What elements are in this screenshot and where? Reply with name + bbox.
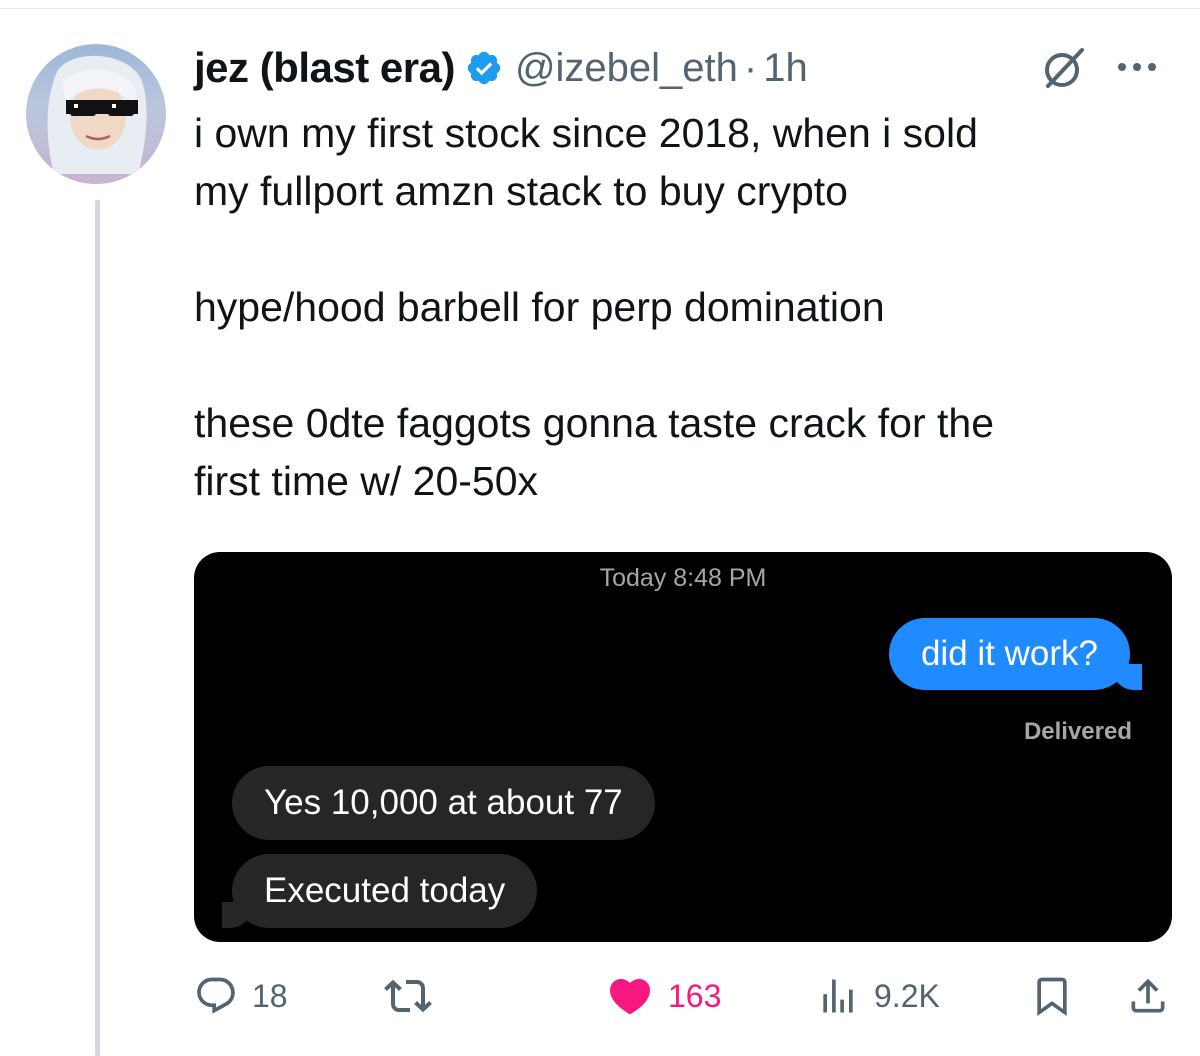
tweet-text: i own my first stock since 2018, when i … [194, 104, 1174, 510]
retweet-icon [384, 979, 432, 1013]
outgoing-message-bubble: did it work? [888, 618, 1143, 690]
avatar[interactable] [26, 44, 166, 184]
incoming-message-bubble: Executed today [221, 854, 538, 928]
bookmark-icon [1037, 977, 1067, 1017]
like-button[interactable]: 163 [606, 966, 721, 1026]
thread-line [95, 200, 100, 1056]
delivered-status: Delivered [1023, 718, 1132, 745]
author-handle[interactable]: @izebel_eth [515, 46, 738, 91]
reply-icon [197, 977, 235, 1014]
message-timestamp: Today 8:48 PM [599, 564, 767, 592]
incoming-message-bubble: Yes 10,000 at about 77 [232, 766, 655, 840]
retweet-button[interactable] [384, 966, 432, 1026]
share-icon [1131, 978, 1165, 1013]
tweet-text-line: i own my first stock since 2018, when i … [194, 110, 978, 156]
grok-icon[interactable] [1040, 44, 1088, 92]
more-icon[interactable] [1118, 54, 1170, 80]
tweet-text-line: hype/hood barbell for perp domination [194, 284, 885, 330]
share-button[interactable] [1126, 966, 1170, 1026]
header-separator: · [743, 45, 758, 90]
avatar-image [27, 55, 165, 184]
bookmark-button[interactable] [1030, 966, 1074, 1026]
views-button[interactable]: 9.2K [816, 966, 940, 1026]
tweet-text-line: these 0dte faggots gonna taste crack for… [194, 400, 995, 446]
tweet-header: jez (blast era) @izebel_eth · 1h [194, 38, 808, 98]
tweet-text-line: my fullport amzn stack to buy crypto [194, 168, 848, 214]
verified-badge-icon[interactable] [465, 49, 503, 87]
like-count: 163 [668, 977, 722, 1014]
author-name[interactable]: jez (blast era) [194, 44, 455, 92]
action-bar: 18 163 9.2K [194, 966, 1174, 1026]
heart-icon [609, 979, 651, 1015]
reply-button[interactable]: 18 [194, 966, 288, 1026]
top-divider [0, 8, 1200, 9]
views-count: 9.2K [874, 977, 940, 1014]
tweet-time[interactable]: 1h [763, 46, 808, 91]
reply-count: 18 [252, 977, 288, 1014]
tweet-text-line: first time w/ 20-50x [194, 458, 539, 504]
tweet-media-image[interactable]: Today 8:48 PM did it work? Delivered Yes… [194, 552, 1172, 942]
views-icon [823, 979, 853, 1013]
